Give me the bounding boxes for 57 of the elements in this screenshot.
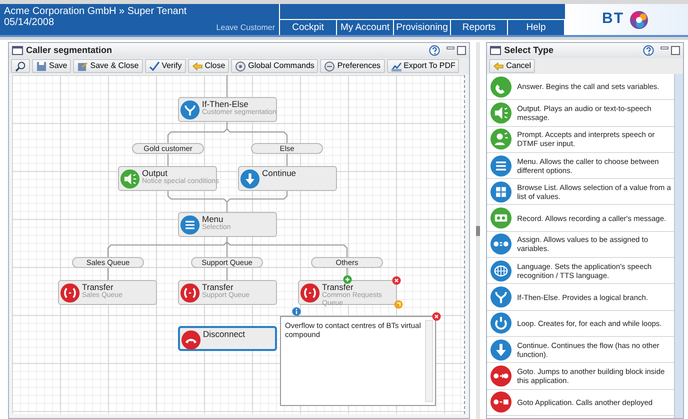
panel-title: Caller segmentation xyxy=(26,44,114,57)
grid-icon xyxy=(490,180,512,203)
branch-icon xyxy=(180,100,200,120)
save-icon xyxy=(36,60,47,72)
cancel-button[interactable]: Cancel xyxy=(489,59,535,73)
toolbar-button[interactable]: Export To PDF xyxy=(386,59,460,73)
toolbar-button[interactable]: Global Commands xyxy=(231,59,318,73)
toolbar-button[interactable]: Verify xyxy=(144,59,186,73)
globe-logo-icon xyxy=(627,8,651,30)
checkmark-icon xyxy=(148,60,160,72)
window-icon xyxy=(490,46,502,55)
transfer-icon xyxy=(60,283,80,303)
toolbar-button[interactable]: Save & Close xyxy=(73,59,143,73)
hang-up-icon xyxy=(181,330,201,350)
help-icon[interactable] xyxy=(643,45,654,56)
toolbar-button[interactable]: Save xyxy=(32,59,72,73)
menu-icon xyxy=(490,154,512,177)
transfer-icon xyxy=(180,283,200,303)
speaker-icon xyxy=(120,169,140,189)
magnifier-icon xyxy=(15,60,26,72)
back-arrow-icon xyxy=(493,60,504,72)
toolbar-button[interactable]: Close xyxy=(188,59,230,73)
flow-node[interactable]: Disconnect xyxy=(178,326,277,351)
menu-icon xyxy=(180,215,200,235)
close-icon[interactable] xyxy=(432,312,441,321)
export-icon xyxy=(390,60,402,72)
info-icon[interactable] xyxy=(292,307,301,316)
window-icon xyxy=(12,46,23,55)
nav-tab[interactable]: My Account xyxy=(337,20,394,35)
add-icon[interactable] xyxy=(343,275,352,284)
maximize-icon[interactable] xyxy=(457,46,466,55)
goto-icon xyxy=(490,364,512,387)
goto-app-icon xyxy=(490,391,512,414)
scrollbar[interactable] xyxy=(425,320,433,402)
cassette-icon xyxy=(490,207,512,230)
help-icon[interactable] xyxy=(429,45,440,56)
nav-tab[interactable]: Reports xyxy=(451,20,508,35)
speaker-icon xyxy=(490,102,512,124)
zoom-button[interactable] xyxy=(11,59,30,73)
panel-title: Select Type xyxy=(504,44,554,57)
company-title: Acme Corporation GmbH » Super Tenant xyxy=(4,6,188,17)
flow-node[interactable]: Continue xyxy=(238,166,337,191)
assign-icon xyxy=(490,233,512,256)
close-arrow-icon xyxy=(192,60,203,72)
date-text: 05/14/2008 xyxy=(4,17,54,28)
nav-tab[interactable]: Provisioning xyxy=(394,20,451,35)
maximize-icon[interactable] xyxy=(671,46,680,55)
scrollbar[interactable] xyxy=(674,74,683,418)
branch-icon xyxy=(490,286,512,308)
toolbar-button[interactable]: Preferences xyxy=(320,59,385,73)
nav-tab[interactable]: Cockpit xyxy=(280,20,337,35)
leave-customer-link[interactable]: Leave Customer xyxy=(216,22,275,33)
person-speaking-icon xyxy=(490,128,512,150)
transfer-icon xyxy=(300,283,320,303)
logo-text: BT xyxy=(602,9,624,30)
save-close-icon xyxy=(77,60,88,72)
close-icon[interactable] xyxy=(392,276,401,285)
